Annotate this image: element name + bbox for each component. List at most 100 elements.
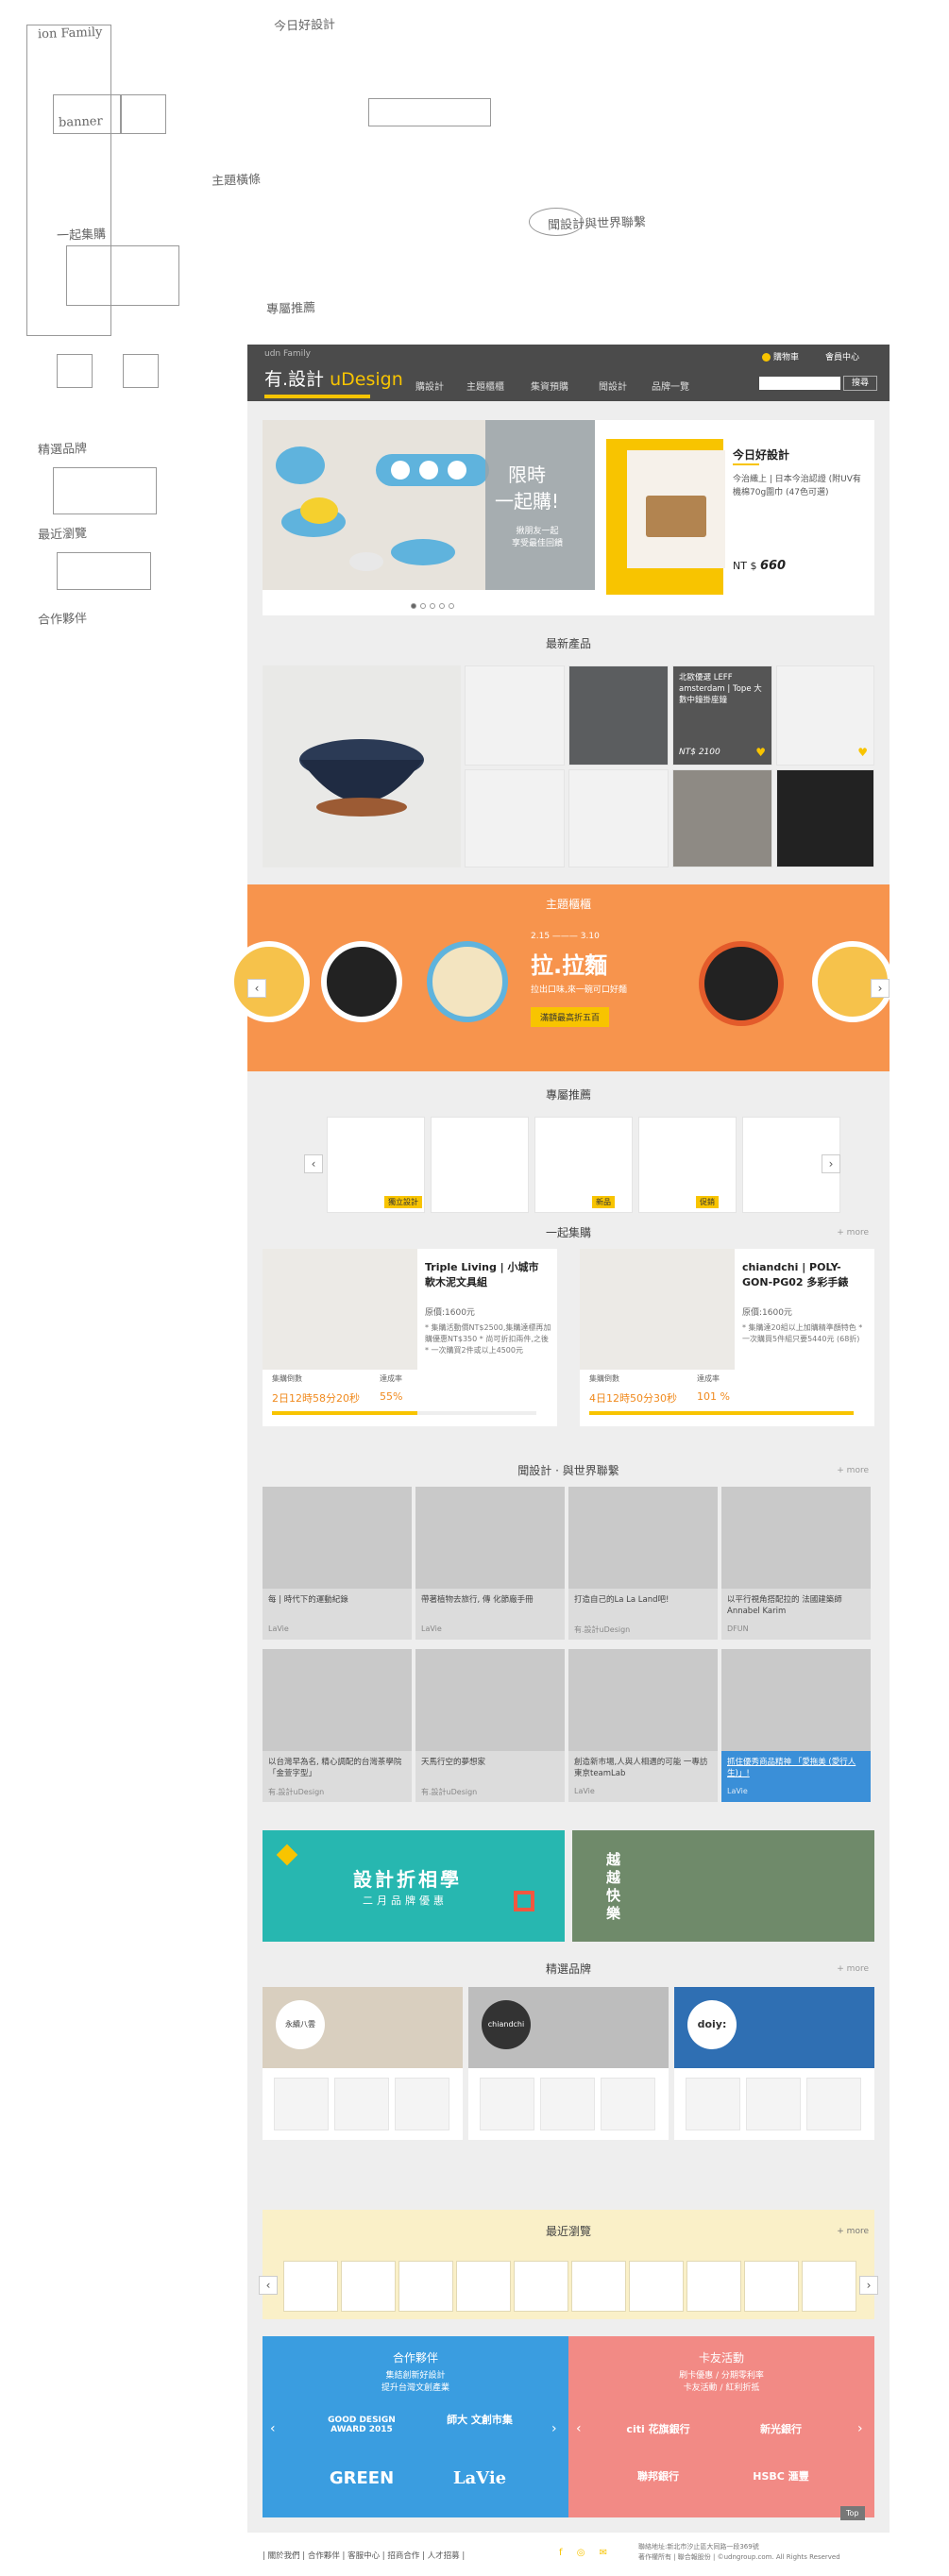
brand-product-thumb[interactable] [274, 2078, 329, 2130]
chevron-right-icon[interactable]: › [871, 979, 890, 998]
product-tile[interactable] [465, 665, 565, 766]
partner-logo[interactable]: LaVie [442, 2468, 517, 2488]
brand-product-thumb[interactable] [480, 2078, 534, 2130]
heart-icon[interactable]: ♥ [755, 746, 766, 759]
recommend-tile[interactable]: 新品 [534, 1117, 633, 1213]
article-card[interactable]: 帶著植物去旅行, 傳 化節廠手冊 LaVie [415, 1487, 565, 1640]
heart-icon[interactable]: ♥ [857, 746, 868, 759]
article-card[interactable]: 抓住優秀商品精神 「愛拖美 (愛行人生)」! LaVie [721, 1649, 871, 1802]
progress-bar [272, 1411, 536, 1415]
recent-thumb[interactable] [341, 2261, 396, 2312]
article-card[interactable]: 打造自己的La La Land吧! 有.設計uDesign [568, 1487, 718, 1640]
promo-banner-right[interactable]: 越 越 快 樂 [572, 1830, 874, 1942]
article-card[interactable]: 以台灣早為名, 精心調配的台灣茶學院「金萱字型」 有.設計uDesign [263, 1649, 412, 1802]
recent-thumb[interactable] [629, 2261, 684, 2312]
chevron-right-icon[interactable]: › [857, 2421, 863, 2436]
daily-pick[interactable]: 今日好設計 今治織上 | 日本今治認證 (附UV有機棉70g圍巾 (47色可選)… [606, 420, 873, 615]
bank-logo[interactable]: HSBC 滙豐 [729, 2468, 833, 2483]
cart-link[interactable]: 購物車 [762, 350, 799, 362]
chevron-right-icon[interactable]: › [859, 2276, 878, 2295]
more-link[interactable]: + more [837, 1228, 869, 1237]
brand-card[interactable]: 永續八雲 [263, 1987, 463, 2140]
recent-thumb[interactable] [571, 2261, 626, 2312]
partner-logo[interactable]: GREEN [310, 2468, 414, 2488]
product-tile[interactable] [465, 769, 565, 867]
recent-thumb[interactable] [744, 2261, 799, 2312]
nav-item-shop[interactable]: 購設計 [415, 379, 444, 393]
more-link[interactable]: + more [837, 2227, 869, 2236]
partner-logo[interactable]: 師大 文創市集 [442, 2412, 517, 2427]
chevron-left-icon[interactable]: ‹ [259, 2276, 278, 2295]
sketch-note: 精選品牌 [37, 442, 88, 458]
chevron-left-icon[interactable]: ‹ [270, 2421, 276, 2436]
featured-product-tile[interactable] [263, 665, 461, 867]
recommend-tile[interactable]: 獨立設計 [327, 1117, 425, 1213]
product-tile-featured[interactable]: 北歐優選 LEFF amsterdam | Tope 大數中鐘掛座鐘 NT$ 2… [672, 665, 772, 766]
brand-product-thumb[interactable] [334, 2078, 389, 2130]
recommend-tile[interactable] [431, 1117, 529, 1213]
sketch-box [57, 552, 151, 590]
product-tile[interactable] [568, 769, 669, 867]
chevron-right-icon[interactable]: › [822, 1154, 840, 1173]
search-input[interactable] [759, 377, 840, 390]
partner-logo[interactable]: GOOD DESIGN AWARD 2015 [310, 2416, 414, 2434]
article-card[interactable]: 每 | 時代下的運動紀錄 LaVie [263, 1487, 412, 1640]
nav-item-crowdfund[interactable]: 集資預購 [531, 379, 568, 393]
recent-thumb[interactable] [686, 2261, 741, 2312]
bank-logo[interactable]: 聯邦銀行 [606, 2468, 710, 2483]
back-to-top-button[interactable]: Top [840, 2506, 865, 2520]
brand-card[interactable]: doiy: [674, 1987, 874, 2140]
nav-item-brands[interactable]: 品牌一覽 [652, 379, 689, 393]
brand-product-thumb[interactable] [540, 2078, 595, 2130]
member-link[interactable]: 會員中心 [825, 350, 859, 362]
chevron-left-icon[interactable]: ‹ [576, 2421, 582, 2436]
pagination-dot[interactable] [439, 603, 445, 609]
pagination-dot[interactable] [430, 603, 435, 609]
theme-cta-button[interactable]: 滿額最高折五百 [531, 1007, 610, 1027]
bank-logo[interactable]: citi 花旗銀行 [606, 2421, 710, 2436]
chevron-right-icon[interactable]: › [551, 2421, 557, 2436]
nav-item-theme[interactable]: 主題櫃櫃 [466, 379, 504, 393]
sketch-note: 一起集購 [56, 227, 107, 244]
product-tile[interactable] [776, 769, 874, 867]
more-link[interactable]: + more [837, 1964, 869, 1974]
pagination-dot[interactable] [449, 603, 454, 609]
social-icons[interactable]: f ◎ ✉ [559, 2548, 613, 2558]
family-label[interactable]: udn Family [264, 349, 311, 359]
more-link[interactable]: + more [837, 1466, 869, 1475]
groupbuy-card[interactable]: Triple Living | 小城市軟木泥文具組 原價:1600元 * 集購活… [263, 1249, 557, 1426]
pagination-dot[interactable] [411, 603, 416, 609]
recent-thumb[interactable] [456, 2261, 511, 2312]
product-tile[interactable] [568, 665, 669, 766]
recent-thumb[interactable] [802, 2261, 856, 2312]
bank-logo[interactable]: 新光銀行 [729, 2421, 833, 2436]
banner-image[interactable]: 限時 一起購! 揪朋友一起 享受最佳回饋 [263, 420, 595, 590]
product-tile[interactable]: ♥ [776, 665, 874, 766]
promo-banner-left[interactable]: 設計折相學 二月品牌優惠 [263, 1830, 565, 1942]
pagination-dot[interactable] [420, 603, 426, 609]
search-button[interactable]: 搜尋 [843, 376, 877, 391]
theme-date: 2.15 ——— 3.10 [531, 932, 600, 941]
article-card[interactable]: 以平行視角搭配拉的 法國建築師Annabel Karim DFUN [721, 1487, 871, 1640]
date-to: 3.10 [580, 932, 600, 941]
nav-item-news[interactable]: 聞設計 [599, 379, 627, 393]
recent-thumb[interactable] [283, 2261, 338, 2312]
recent-thumb[interactable] [398, 2261, 453, 2312]
groupbuy-card[interactable]: chiandchi | POLY-GON-PG02 多彩手錶 原價:1600元 … [580, 1249, 874, 1426]
brand-product-thumb[interactable] [806, 2078, 861, 2130]
recent-thumb[interactable] [514, 2261, 568, 2312]
brand-product-thumb[interactable] [686, 2078, 740, 2130]
recommend-tile[interactable]: 促銷 [638, 1117, 737, 1213]
brand-product-thumb[interactable] [395, 2078, 449, 2130]
article-card[interactable]: 天馬行空的夢想家 有.設計uDesign [415, 1649, 565, 1802]
brand-product-thumb[interactable] [746, 2078, 801, 2130]
chevron-left-icon[interactable]: ‹ [304, 1154, 323, 1173]
footer-links[interactable]: | 關於我們 | 合作夥伴 | 客服中心 | 招商合作 | 人才招募 | [263, 2550, 465, 2561]
site-logo[interactable]: 有.設計 uDesign [264, 365, 403, 391]
article-source: 有.設計uDesign [268, 1788, 325, 1796]
article-card[interactable]: 創造新市場,人與人相遇的可能 一專訪東京teamLab LaVie [568, 1649, 718, 1802]
brand-card[interactable]: chiandchi [468, 1987, 669, 2140]
chevron-left-icon[interactable]: ‹ [247, 979, 266, 998]
product-tile[interactable] [672, 769, 772, 867]
brand-product-thumb[interactable] [601, 2078, 655, 2130]
